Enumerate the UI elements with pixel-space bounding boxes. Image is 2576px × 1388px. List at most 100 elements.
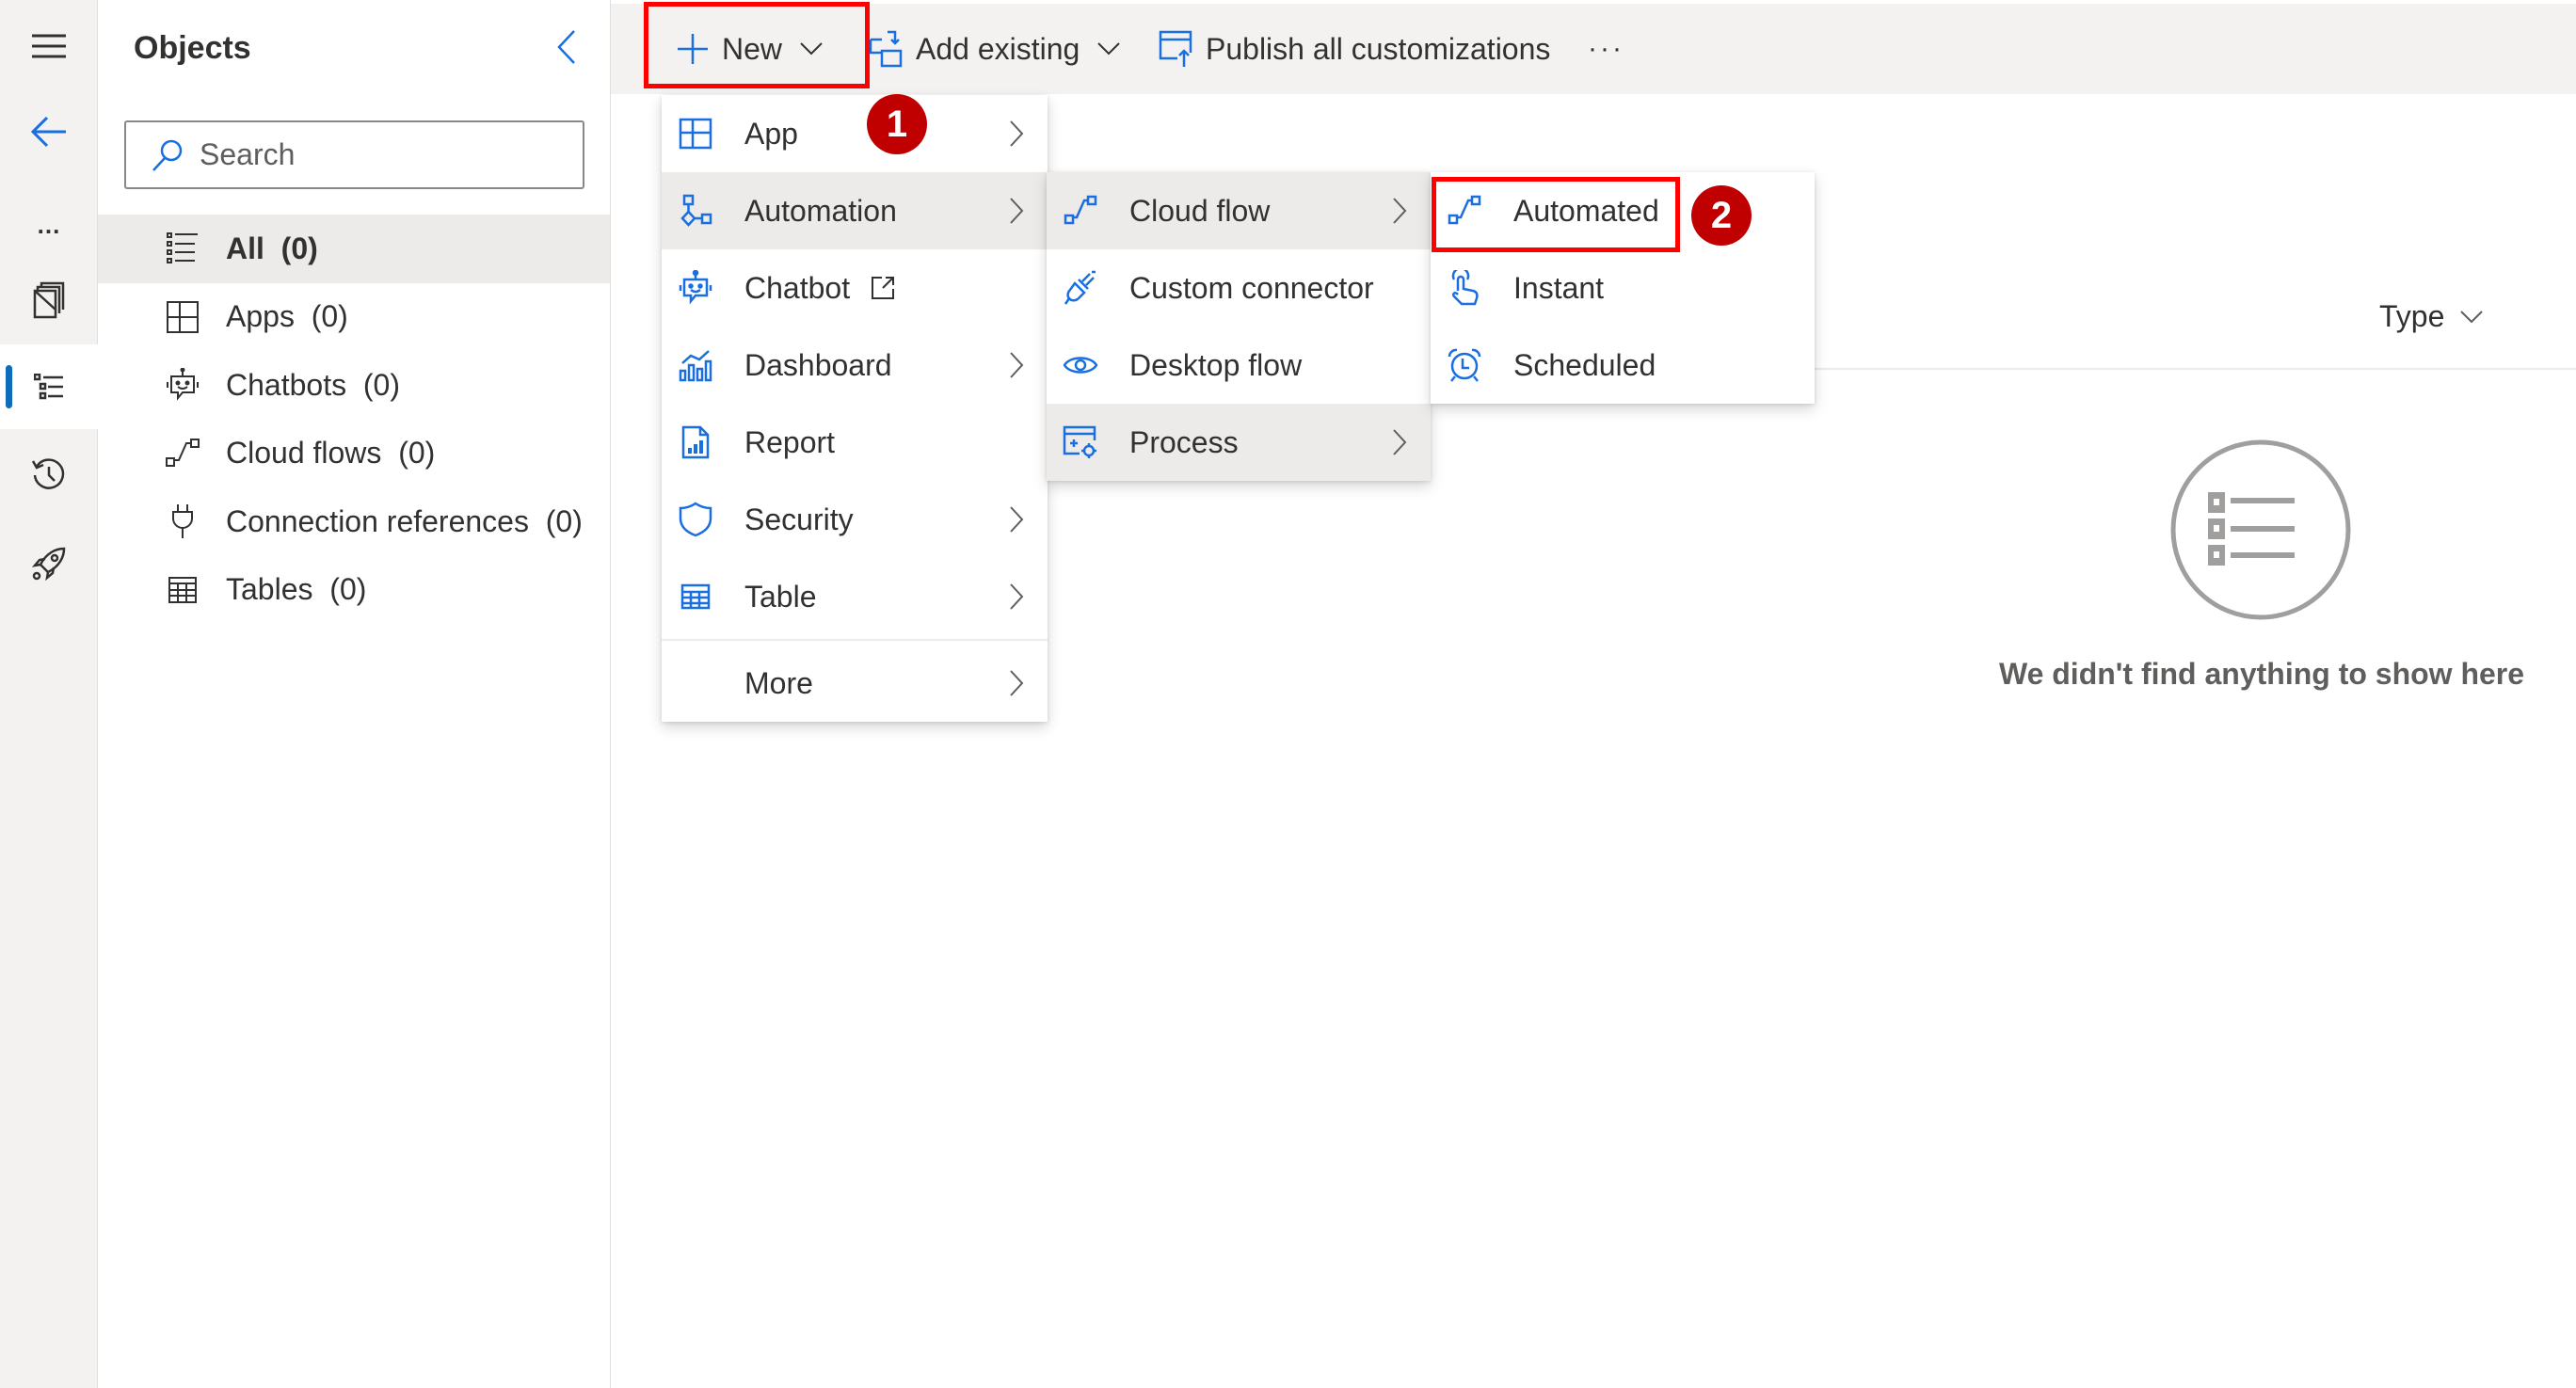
history-icon [31,458,65,489]
new-menu-item-report[interactable]: Report [662,404,1048,481]
menu-item-label: Security [744,502,854,536]
search-icon [152,139,183,171]
pipelines-button[interactable] [0,521,98,606]
menu-item-label: Desktop flow [1129,347,1303,382]
ellipsis-icon: ··· [1588,33,1624,64]
new-menu-item-more[interactable]: More [662,645,1048,722]
table-icon [168,576,197,603]
type-column-label: Type [2379,299,2445,333]
objects-item-count: (0) [329,572,367,607]
objects-item-all[interactable]: All (0) [98,215,610,283]
menu-item-label: Dashboard [744,347,892,382]
add-existing-button[interactable]: Add existing [869,4,1121,94]
touch-icon [1451,270,1479,306]
app-grid-icon [679,118,712,150]
search-placeholder: Search [200,137,296,171]
new-menu-item-app[interactable]: App [662,95,1048,172]
new-menu-item-chatbot[interactable]: Chatbot [662,249,1048,327]
dashboard-icon [679,350,712,382]
app-grid-icon [167,300,199,333]
chevron-down-icon [2460,310,2484,323]
flow-icon [1064,195,1097,225]
publish-all-customizations-button[interactable]: Publish all customizations [1159,4,1550,94]
automation-menu-item-desktop-flow[interactable]: Desktop flow [1047,327,1431,404]
new-menu-item-dashboard[interactable]: Dashboard [662,327,1048,404]
objects-item-label: Connection references [226,503,529,538]
back-arrow-icon [30,116,66,148]
left-rail: ... [0,0,98,1388]
menu-item-label: More [744,665,813,700]
menu-item-label: Automation [744,193,897,228]
new-menu-item-table[interactable]: Table [662,558,1048,635]
objects-item-tables[interactable]: Tables (0) [98,556,610,625]
menu-item-label: App [744,116,798,151]
menu-item-label: Report [744,424,836,459]
menu-item-label: Table [744,579,817,614]
shield-icon [679,502,712,537]
objects-item-label: Apps [226,299,295,334]
new-menu-item-automation[interactable]: Automation [662,172,1048,249]
menu-divider [662,639,1048,641]
objects-item-chatbots[interactable]: Chatbots (0) [98,351,610,420]
publish-label: Publish all customizations [1206,31,1551,66]
collapse-panel-button[interactable] [548,26,585,68]
objects-item-connection-references[interactable]: Connection references (0) [98,487,610,556]
eye-icon [1063,357,1098,374]
automation-menu-item-process[interactable]: Process [1047,404,1431,481]
menu-item-label: Process [1129,424,1239,459]
type-column-header[interactable]: Type [2379,299,2484,334]
more-button[interactable]: ... [0,183,98,267]
pages-icon [33,281,65,319]
chevron-right-icon [1010,583,1024,610]
objects-item-count: (0) [362,367,400,402]
menu-item-label: Chatbot [744,270,851,305]
publish-icon [1159,30,1192,67]
chevron-right-icon [1010,506,1024,533]
chevron-right-icon [1393,198,1407,224]
chevron-left-icon [557,30,575,64]
step-1-badge: 1 [867,94,927,154]
open-in-new-icon [872,277,895,299]
blank-icon-slot [677,664,714,702]
step-2-badge: 2 [1691,185,1752,246]
back-button[interactable] [0,89,98,174]
objects-panel: Objects Search All (0) Apps (0) Chatbots… [98,0,611,1388]
overview-button[interactable] [0,258,98,343]
objects-item-cloud-flows[interactable]: Cloud flows (0) [98,420,610,488]
chevron-right-icon [1010,352,1024,378]
process-icon [1063,425,1096,458]
bot-icon [679,270,712,305]
automation-menu-item-custom-connector[interactable]: Custom connector [1047,249,1431,327]
objects-item-count: (0) [280,231,318,265]
cloud-flow-menu-item-scheduled[interactable]: Scheduled [1431,327,1815,404]
search-input[interactable]: Search [124,120,584,189]
hamburger-icon [32,34,66,58]
automation-menu-item-cloud-flow[interactable]: Cloud flow [1047,172,1431,249]
new-menu: App Automation Chatbot Dashboard Report … [662,95,1048,722]
objects-item-label: Chatbots [226,367,347,402]
chevron-right-icon [1010,198,1024,224]
automated-item-highlight [1432,177,1680,252]
objects-nav-button[interactable] [0,344,98,429]
objects-item-apps[interactable]: Apps (0) [98,283,610,352]
command-bar: New Add existing Publish all customizati… [611,4,2576,94]
chevron-right-icon [1010,120,1024,147]
history-button[interactable] [0,433,98,518]
hamburger-menu-button[interactable] [0,4,98,88]
connector-icon [1064,270,1096,305]
menu-item-label: Cloud flow [1129,193,1271,228]
plug-icon [172,504,193,539]
list-icon [167,232,198,264]
new-menu-item-security[interactable]: Security [662,481,1048,558]
ellipsis-icon: ... [37,210,61,239]
list-header-divider [1815,368,2576,370]
empty-list-icon [2170,439,2351,620]
automation-icon [680,194,712,227]
rocket-icon [31,547,66,582]
objects-list: All (0) Apps (0) Chatbots (0) Cloud flow… [98,215,610,624]
more-commands-button[interactable]: ··· [1588,4,1624,94]
add-existing-label: Add existing [916,31,1080,66]
chevron-down-icon [1097,42,1121,56]
cloud-flow-menu-item-instant[interactable]: Instant [1431,249,1815,327]
menu-item-label: Instant [1513,270,1605,305]
